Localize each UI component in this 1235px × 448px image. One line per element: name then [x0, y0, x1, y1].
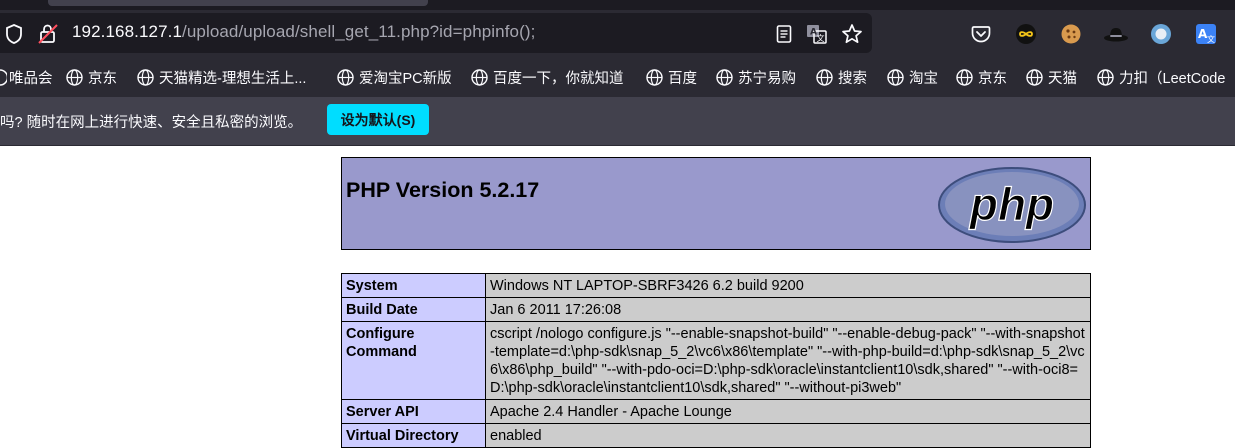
reader-mode-icon[interactable] — [774, 24, 794, 44]
globe-icon — [137, 68, 154, 86]
row-key: Configure Command — [341, 321, 486, 400]
svg-text:文: 文 — [1207, 34, 1215, 44]
globe-icon — [887, 68, 904, 86]
bookmark-label: 天猫精选-理想生活上... — [159, 70, 307, 87]
page-translate-icon[interactable]: A文 — [806, 23, 828, 45]
url-host: 192.168.127.1 — [72, 22, 183, 41]
row-value: cscript /nologo configure.js "--enable-s… — [485, 321, 1091, 400]
tracking-shield-icon[interactable] — [4, 24, 24, 44]
globe-icon — [956, 68, 973, 86]
url-path: /upload/upload/shell_get_11.php?id=phpin… — [182, 22, 536, 41]
bookmark-item[interactable]: 苏宁易购 — [716, 66, 796, 88]
globe-icon — [716, 68, 733, 86]
hat-extension-icon[interactable] — [1103, 22, 1129, 46]
row-key: System — [341, 273, 486, 298]
php-version-header: PHP Version 5.2.17 php — [341, 157, 1091, 250]
bookmark-label: 百度一下，你就知道 — [493, 70, 624, 87]
bookmark-favicon-icon — [0, 68, 7, 86]
bookmark-label: 天猫 — [1048, 70, 1077, 87]
row-key: Virtual Directory — [341, 423, 486, 448]
row-key: Server API — [341, 399, 486, 424]
svg-text:文: 文 — [817, 33, 825, 43]
php-logo-text: php — [968, 178, 1054, 230]
php-logo[interactable]: php — [937, 166, 1087, 249]
url-text[interactable]: 192.168.127.1/upload/upload/shell_get_11… — [72, 22, 535, 42]
bookmark-star-icon[interactable] — [841, 23, 863, 45]
globe-icon — [337, 68, 354, 86]
tab-strip — [0, 0, 1235, 10]
cookie-extension-icon[interactable] — [1059, 22, 1083, 46]
table-row: System Windows NT LAPTOP-SBRF3426 6.2 bui… — [341, 273, 1091, 298]
bookmark-label: 淘宝 — [909, 70, 938, 87]
bookmark-label: 苏宁易购 — [738, 70, 796, 87]
php-info-table: System Windows NT LAPTOP-SBRF3426 6.2 bui… — [341, 273, 1091, 448]
bookmark-item[interactable]: 天猫精选-理想生活上... — [137, 66, 306, 88]
bookmark-label: 京东 — [978, 70, 1007, 87]
php-version-title: PHP Version 5.2.17 — [346, 178, 540, 202]
bookmark-item[interactable]: 京东 — [66, 66, 117, 88]
bookmark-item[interactable]: 淘宝 — [887, 66, 938, 88]
globe-icon — [66, 68, 83, 86]
bookmark-item[interactable]: 搜索 — [816, 66, 867, 88]
table-row: Server API Apache 2.4 Handler - Apache Lo… — [341, 399, 1091, 424]
row-value: Apache 2.4 Handler - Apache Lounge — [485, 399, 1091, 424]
row-key: Build Date — [341, 297, 486, 322]
bookmark-label: 爱淘宝PC新版 — [359, 70, 452, 87]
insecure-lock-icon[interactable] — [37, 23, 59, 45]
browser-chrome: 192.168.127.1/upload/upload/shell_get_11… — [0, 0, 1235, 146]
row-value: enabled — [485, 423, 1091, 448]
bookmark-item[interactable]: 唯品会 — [0, 66, 53, 88]
bookmark-item[interactable]: 京东 — [956, 66, 1007, 88]
table-row: Build Date Jan 6 2011 17:26:08 — [341, 297, 1091, 322]
bookmark-label: 京东 — [88, 70, 117, 87]
globe-icon — [1026, 68, 1043, 86]
globe-icon — [471, 68, 488, 86]
bookmark-item[interactable]: 力扣（LeetCode — [1097, 66, 1225, 88]
bookmark-item[interactable]: 爱淘宝PC新版 — [337, 66, 452, 88]
bookmark-label: 唯品会 — [9, 70, 53, 87]
bookmark-label: 力扣（LeetCode — [1119, 70, 1226, 87]
bookmark-item[interactable]: 百度 — [646, 66, 697, 88]
globe-icon — [646, 68, 663, 86]
table-row: Configure Command cscript /nologo configu… — [341, 321, 1091, 400]
infinity-extension-icon[interactable] — [1014, 22, 1038, 46]
bookmark-label: 百度 — [668, 70, 697, 87]
globe-icon — [1097, 68, 1114, 86]
row-value: Jan 6 2011 17:26:08 — [485, 297, 1091, 322]
circle-extension-icon[interactable] — [1149, 22, 1173, 46]
pocket-icon[interactable] — [970, 23, 992, 45]
row-value: Windows NT LAPTOP-SBRF3426 6.2 build 920… — [485, 273, 1091, 298]
translate-extension-icon[interactable]: A文 — [1194, 22, 1218, 46]
table-row: Virtual Directory enabled — [341, 423, 1091, 448]
globe-icon — [816, 68, 833, 86]
set-default-button[interactable]: 设为默认(S) — [327, 104, 429, 135]
notification-text: 吗? 随时在网上进行快速、安全且私密的浏览。 — [0, 115, 303, 131]
bookmark-item[interactable]: 百度一下，你就知道 — [471, 66, 624, 88]
bookmark-label: 搜索 — [838, 70, 867, 87]
bookmark-item[interactable]: 天猫 — [1026, 66, 1077, 88]
active-tab[interactable] — [48, 0, 428, 6]
